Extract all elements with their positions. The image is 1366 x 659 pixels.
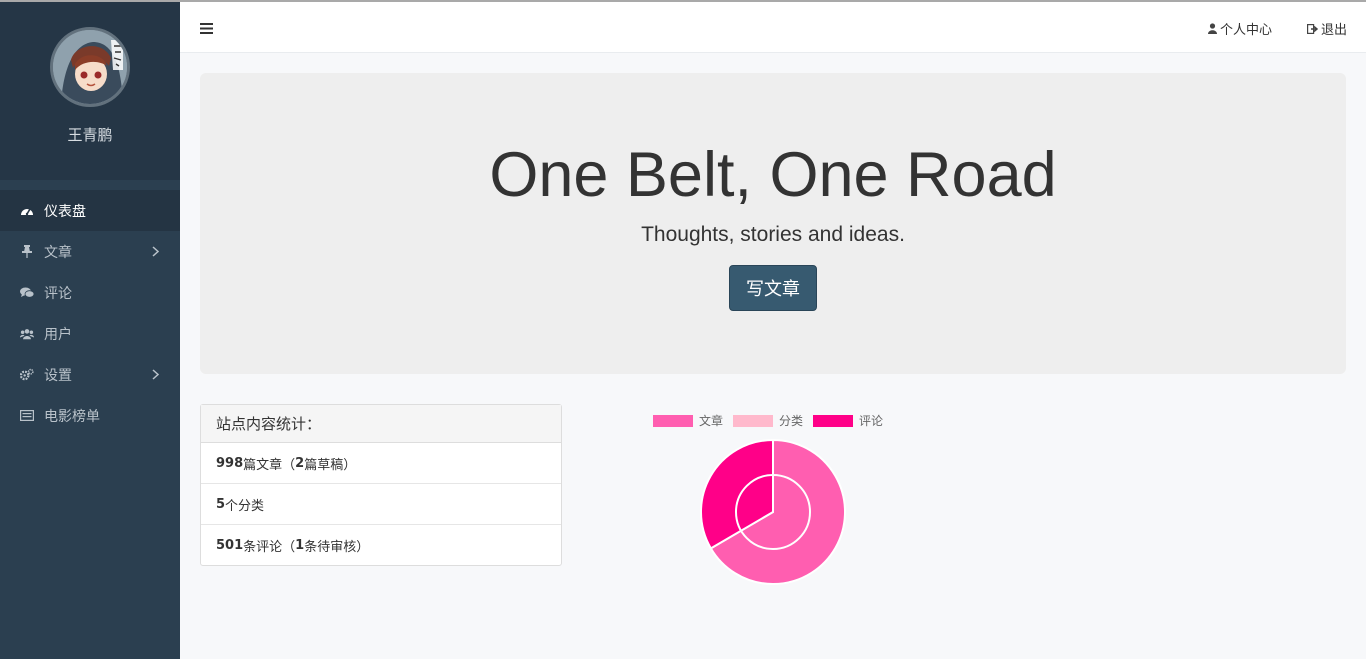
users-icon [20,327,34,341]
stats-text: 条评论（ [243,540,296,555]
stats-text: 篇文章（ [243,457,296,473]
chevron-right-icon [152,246,162,258]
list-icon [20,409,34,423]
hamburger-icon[interactable] [200,19,216,34]
sign-out-icon [1307,23,1318,34]
stats-row-comments: 501 条评论（ 1 条待审核） [201,525,561,566]
avatar[interactable] [50,27,130,107]
sidebar-item-movie-ranking[interactable]: 电影榜单 [0,395,180,436]
jumbotron-subtitle: Thoughts, stories and ideas. [641,223,905,246]
stats-sub-text: 条待审核） [304,540,370,555]
jumbotron: One Belt, One Road Thoughts, stories and… [200,73,1346,374]
sidebar-item-comments[interactable]: 评论 [0,272,180,313]
sidebar-item-label: 电影榜单 [44,408,100,425]
profile-username: 王青鹏 [67,126,113,144]
profile-center-link[interactable]: 个人中心 [1208,19,1272,38]
stats-count: 501 [216,538,244,553]
sidebar-item-label: 文章 [44,244,72,261]
logout-link[interactable]: 退出 [1307,19,1347,38]
topbar: 个人中心 退出 [180,2,1366,53]
write-article-button[interactable]: 写文章 [729,265,817,311]
stats-row-articles: 998 篇文章（ 2 篇草稿） [201,443,561,484]
content-chart: 文章 分类 评论 [640,402,910,592]
sidebar-item-settings[interactable]: 设置 [0,354,180,395]
pie-chart [700,438,846,585]
sidebar-item-articles[interactable]: 文章 [0,231,180,272]
sidebar-item-users[interactable]: 用户 [0,313,180,354]
comments-icon [20,286,34,300]
profile-center-label: 个人中心 [1220,23,1273,38]
user-icon [1208,23,1217,34]
stats-row-categories: 5 个分类 [201,484,561,525]
profile-block: 王青鹏 [0,2,180,180]
stats-sub-text: 篇草稿） [304,457,357,473]
sidebar-item-label: 评论 [44,285,72,302]
site-stats-panel: 站点内容统计： 998 篇文章（ 2 篇草稿） 5 个分类 501 条评论（ 1 条待审核） [200,404,562,566]
sidebar-item-label: 仪表盘 [44,203,86,220]
sidebar-item-label: 用户 [44,326,72,343]
avatar-illustration [53,30,127,104]
logout-label: 退出 [1321,23,1348,38]
pin-icon [20,245,34,259]
sidebar: 王青鹏 仪表盘 文章 评论 用户 设置 电影榜单 [0,2,180,659]
stats-sub-count: 2 [295,455,305,471]
dashboard-icon [20,204,34,218]
sidebar-nav: 仪表盘 文章 评论 用户 设置 电影榜单 [0,190,180,436]
sidebar-item-label: 设置 [44,367,72,384]
stats-sub-count: 1 [295,538,305,553]
stats-count: 998 [216,455,244,471]
stats-count: 5 [216,496,226,512]
stats-text: 个分类 [225,498,265,514]
cogs-icon [20,368,34,382]
sidebar-item-dashboard[interactable]: 仪表盘 [0,190,180,231]
jumbotron-title: One Belt, One Road [489,140,1057,210]
chevron-right-icon [152,369,162,381]
site-stats-heading: 站点内容统计： [201,405,561,443]
